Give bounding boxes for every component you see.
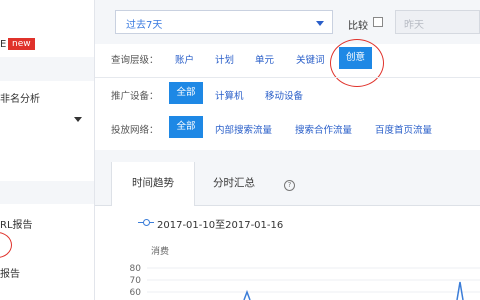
y-axis-label: 消费 — [151, 245, 169, 257]
date-range-value: 过去7天 — [126, 20, 163, 31]
legend-label: 2017-01-10至2017-01-16 — [157, 220, 284, 231]
help-icon[interactable]: ? — [284, 180, 295, 191]
compare-checkbox[interactable] — [373, 17, 383, 27]
network-option-internal-search[interactable]: 内部搜索流量 — [215, 122, 272, 136]
sidebar-group-band — [0, 181, 94, 204]
highlight-annotation — [0, 232, 12, 258]
chevron-down-icon[interactable] — [74, 117, 82, 122]
network-option-search-partner[interactable]: 搜索合作流量 — [295, 122, 352, 136]
series-line — [243, 281, 464, 300]
y-tick-label: 60 — [130, 288, 142, 298]
legend-marker — [143, 219, 150, 226]
y-axis-ticks: 80706050 — [130, 264, 480, 298]
level-label: 查询层级： — [111, 55, 159, 66]
level-option-account[interactable]: 账户 — [175, 52, 194, 66]
trend-chart: 消费 80706050 — [130, 245, 480, 300]
network-label: 投放网络： — [111, 125, 159, 136]
device-option-mobile[interactable]: 移动设备 — [265, 88, 303, 102]
level-option-plan[interactable]: 计划 — [215, 52, 234, 66]
y-tick-label: 70 — [130, 276, 142, 286]
divider — [95, 77, 480, 78]
sidebar: E new 非名分析 RL报告 报告 — [0, 0, 95, 300]
compare-placeholder: 昨天 — [404, 20, 424, 31]
device-label: 推广设备： — [111, 91, 159, 102]
level-option-keyword[interactable]: 关键词 — [296, 52, 325, 66]
section-spacer — [95, 150, 480, 162]
tab-hourly-summary[interactable]: 分时汇总 — [195, 162, 273, 205]
date-range-select[interactable]: 过去7天 — [115, 10, 333, 34]
sidebar-item-url-report[interactable]: RL报告 — [0, 216, 33, 231]
highlight-annotation — [330, 39, 384, 87]
compare-label: 比较 — [348, 21, 368, 32]
caret-down-icon — [316, 21, 324, 26]
device-option-computer[interactable]: 计算机 — [215, 88, 244, 102]
device-option-all[interactable]: 全部 — [169, 82, 203, 104]
new-badge: new — [8, 38, 35, 50]
sidebar-item-report[interactable]: 报告 — [0, 265, 20, 280]
series-segment — [243, 289, 251, 300]
tab-time-trend[interactable]: 时间趋势 — [111, 162, 195, 206]
level-option-unit[interactable]: 单元 — [255, 52, 274, 66]
compare-date-input[interactable]: 昨天 — [395, 10, 480, 34]
series-segment — [456, 281, 464, 300]
network-option-baidu-homepage[interactable]: 百度首页流量 — [375, 122, 432, 136]
sidebar-item-label[interactable]: E — [0, 39, 6, 50]
sidebar-item-rank-analysis[interactable]: 非名分析 — [0, 90, 40, 105]
y-tick-label: 80 — [130, 264, 142, 274]
main-panel: 过去7天 比较 昨天 查询层级： 账户 计划 单元 关键词 创意 推广设备： 全… — [95, 0, 480, 300]
sidebar-group-band — [0, 57, 94, 81]
network-option-all[interactable]: 全部 — [169, 116, 203, 138]
